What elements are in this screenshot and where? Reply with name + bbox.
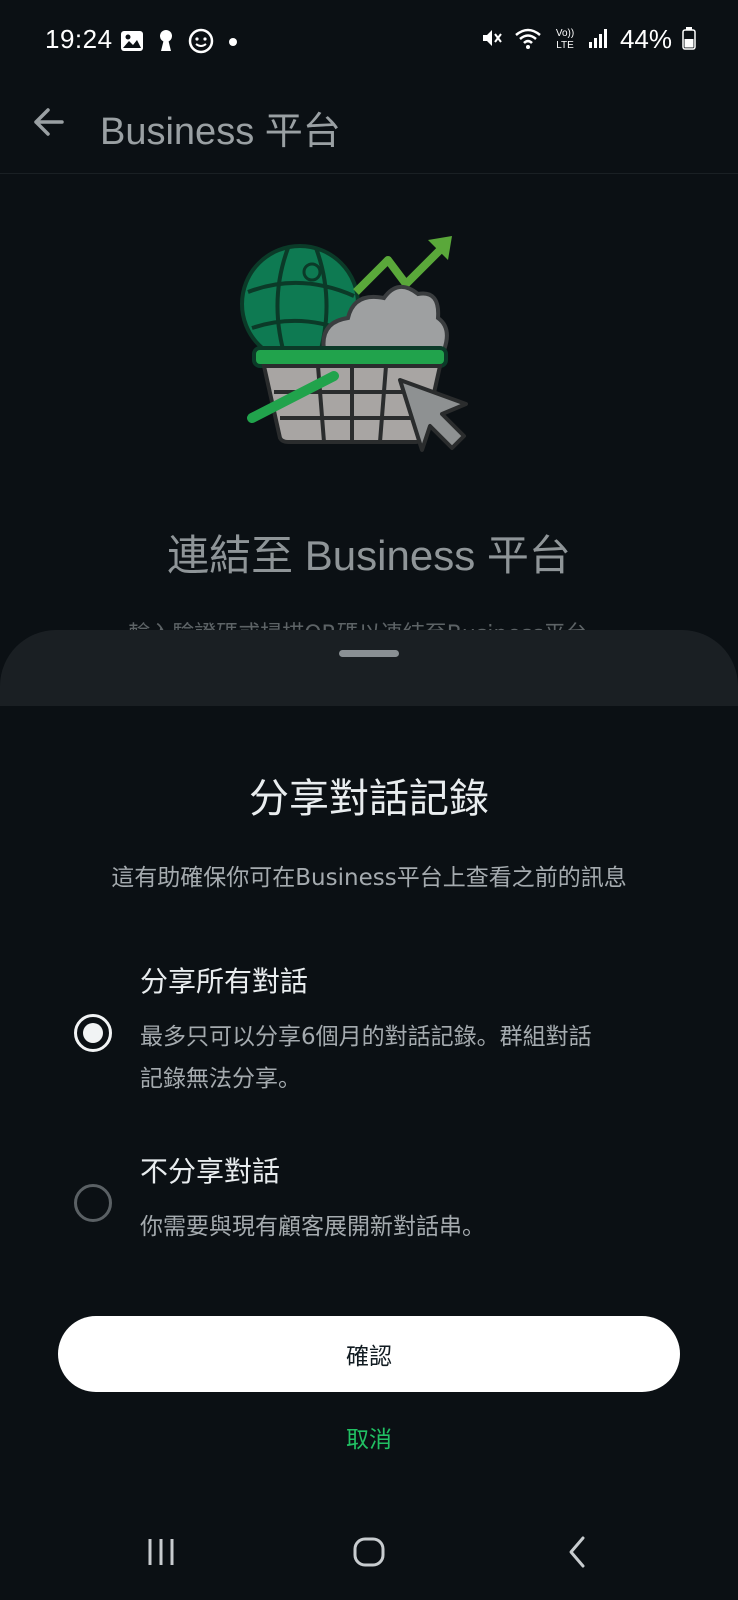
sheet-header xyxy=(0,630,738,706)
status-bar: 19:24 Vo)) LTE 44% xyxy=(0,0,738,86)
image-icon xyxy=(120,30,144,56)
option-title: 不分享對話 xyxy=(140,1155,281,1188)
share-history-bottom-sheet: 分享對話記錄 這有助確保你可在Business平台上查看之前的訊息 分享所有對話… xyxy=(0,630,738,1600)
battery-percentage: 44% xyxy=(619,24,672,54)
mute-icon xyxy=(480,26,504,54)
hero-subtitle: 輸入驗證碼或掃描QR碼以連結至Business平台。 xyxy=(0,616,738,630)
business-illustration xyxy=(238,232,488,464)
wifi-icon xyxy=(514,26,542,54)
home-icon[interactable] xyxy=(344,1530,394,1574)
cancel-button[interactable]: 取消 xyxy=(0,1400,738,1474)
smiley-icon xyxy=(188,28,214,58)
battery-icon xyxy=(682,26,696,54)
status-left-icons xyxy=(120,28,240,58)
radio-unselected-icon[interactable] xyxy=(74,1184,112,1222)
option-description: 你需要與現有顧客展開新對話串。 xyxy=(140,1214,485,1240)
top-app-bar: Business 平台 xyxy=(0,86,738,174)
dot-icon xyxy=(226,34,240,53)
option-title: 分享所有對話 xyxy=(140,965,309,998)
confirm-button[interactable]: 確認 xyxy=(58,1316,680,1392)
system-nav-bar xyxy=(0,1510,738,1600)
sheet-title: 分享對話記錄 xyxy=(249,776,489,822)
drag-handle[interactable] xyxy=(339,650,399,657)
sheet-description: 這有助確保你可在Business平台上查看之前的訊息 xyxy=(111,865,627,891)
option-description: 最多只可以分享6個月的對話記錄。群組對話記錄無法分享。 xyxy=(140,1024,592,1092)
arrow-left-icon[interactable] xyxy=(28,102,68,142)
svg-text:LTE: LTE xyxy=(556,40,574,51)
status-time: 19:24 xyxy=(45,24,113,54)
keyhole-icon xyxy=(156,29,176,57)
signal-icon xyxy=(588,27,610,53)
radio-selected-icon[interactable] xyxy=(74,1014,112,1052)
status-right-icons: Vo)) LTE 44% xyxy=(480,24,696,55)
svg-text:Vo)): Vo)) xyxy=(556,28,574,39)
recents-icon[interactable] xyxy=(136,1530,186,1574)
page-title: Business 平台 xyxy=(100,111,341,153)
volte-icon: Vo)) LTE xyxy=(552,25,578,55)
back-icon[interactable] xyxy=(552,1530,602,1574)
hero-title: 連結至 Business 平台 xyxy=(167,532,571,579)
